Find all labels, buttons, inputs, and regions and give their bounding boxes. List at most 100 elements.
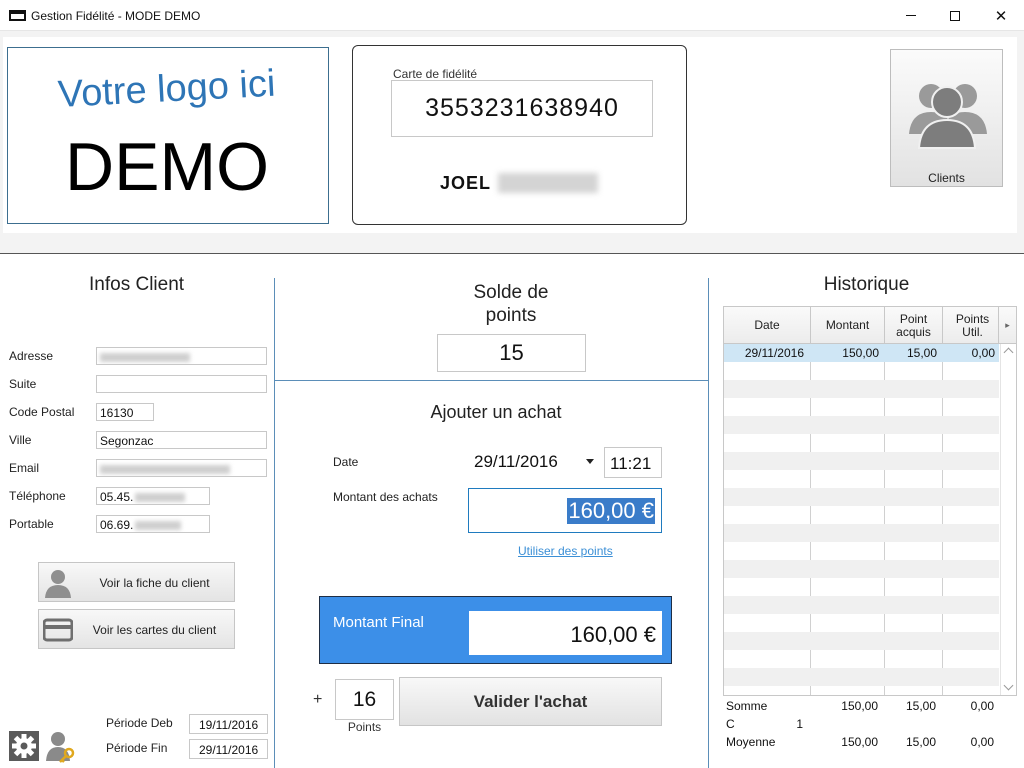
city-label: Ville: [9, 433, 32, 447]
validate-purchase-button[interactable]: Valider l'achat: [399, 677, 662, 726]
logo-text: Votre logo ici: [56, 62, 277, 116]
column-header-date[interactable]: Date: [724, 307, 811, 344]
close-button[interactable]: ✕: [978, 0, 1024, 31]
user-key-icon[interactable]: [44, 729, 78, 763]
average-amount: 150,00: [841, 735, 878, 749]
postal-code-field[interactable]: 16130: [96, 403, 154, 421]
mobile-field[interactable]: 06.69.: [96, 515, 210, 533]
sum-points-used: 0,00: [970, 699, 994, 713]
date-label: Date: [333, 455, 359, 469]
sum-amount: 150,00: [841, 699, 878, 713]
final-amount-label: Montant Final: [333, 614, 424, 631]
card-label: Carte de fidélité: [393, 67, 478, 81]
cell-date: 29/11/2016: [744, 346, 804, 360]
period-start-label: Période Deb: [106, 716, 173, 730]
history-vertical-scrollbar[interactable]: [1000, 344, 1016, 695]
final-amount-panel: Montant Final 160,00 €: [319, 596, 672, 664]
view-client-cards-button[interactable]: Voir les cartes du client: [38, 609, 235, 649]
address-field[interactable]: [96, 347, 267, 365]
time-field[interactable]: 11:21: [604, 447, 662, 478]
table-row[interactable]: 29/11/2016 150,00 15,00 0,00: [724, 344, 999, 362]
infos-client-title: Infos Client: [89, 274, 185, 295]
points-balance-title-line1: Solde de: [473, 282, 549, 303]
table-row-empty: [724, 632, 999, 650]
table-row-empty: [724, 578, 999, 596]
earned-points-label: Points: [347, 720, 382, 734]
use-points-link[interactable]: Utiliser des points: [518, 544, 613, 558]
table-row-empty: [724, 560, 999, 578]
city-field[interactable]: Segonzac: [96, 431, 267, 449]
column-header-amount[interactable]: Montant: [811, 307, 885, 344]
table-row-empty: [724, 398, 999, 416]
history-totals: Somme 150,00 15,00 0,00 C 1 Moyenne 150,…: [723, 697, 1017, 755]
window-title: Gestion Fidélité - MODE DEMO: [31, 9, 201, 23]
loyalty-card-panel: Carte de fidélité 3553231638940 JOEL: [352, 45, 687, 225]
table-row-empty: [724, 362, 999, 380]
app-icon: [9, 10, 26, 21]
redacted-text: [100, 353, 190, 363]
table-row-empty: [724, 668, 999, 686]
history-grid: Date Montant Point acquis Points Util. ▸…: [723, 306, 1017, 696]
maximize-icon: [950, 10, 960, 21]
card-holder-lastname-redacted: [498, 173, 598, 193]
view-client-cards-label: Voir les cartes du client: [92, 623, 217, 637]
table-row-empty: [724, 596, 999, 614]
redacted-text: [100, 465, 230, 475]
sum-points-earned: 15,00: [905, 699, 936, 713]
left-panel-separator: [274, 278, 275, 768]
postal-code-label: Code Postal: [9, 405, 75, 419]
mobile-label: Portable: [9, 517, 54, 531]
purchase-amount-value: 160,00 €: [567, 498, 655, 524]
redacted-text: [135, 521, 182, 531]
maximize-button[interactable]: [932, 0, 978, 31]
period-start-field[interactable]: 19/11/2016: [189, 714, 268, 734]
date-dropdown-icon[interactable]: [586, 459, 594, 464]
card-number-field[interactable]: 3553231638940: [391, 80, 653, 137]
suite-label: Suite: [9, 377, 37, 391]
view-client-sheet-button[interactable]: Voir la fiche du client: [38, 562, 235, 602]
suite-field[interactable]: [96, 375, 267, 393]
table-row-empty: [724, 614, 999, 632]
users-group-icon: [909, 84, 987, 149]
period-end-field[interactable]: 29/11/2016: [189, 739, 268, 759]
settings-gear-icon[interactable]: [9, 731, 39, 761]
table-row-empty: [724, 524, 999, 542]
redacted-text: [135, 493, 186, 503]
clients-button[interactable]: Clients: [890, 49, 1003, 187]
earned-points-value: 16: [335, 679, 394, 720]
period-end-label: Période Fin: [106, 741, 168, 755]
average-points-used: 0,00: [970, 735, 994, 749]
plus-sign: +: [313, 691, 323, 708]
phone-label: Téléphone: [9, 489, 66, 503]
credit-card-icon: [43, 618, 73, 642]
scroll-down-icon[interactable]: [1003, 680, 1014, 691]
header-divider: [0, 253, 1024, 254]
logo-area: Votre logo ici DEMO: [7, 47, 329, 224]
minimize-button[interactable]: [888, 0, 934, 31]
points-balance-value: 15: [437, 334, 586, 372]
date-picker[interactable]: 29/11/2016: [474, 452, 558, 472]
title-bar: Gestion Fidélité - MODE DEMO ✕: [0, 0, 1024, 31]
table-row-empty: [724, 380, 999, 398]
view-client-sheet-label: Voir la fiche du client: [99, 576, 210, 590]
column-header-points-used[interactable]: Points Util.: [943, 307, 999, 344]
points-balance-title: Solde de points: [435, 281, 587, 327]
table-row-empty: [724, 650, 999, 668]
table-row-empty: [724, 542, 999, 560]
table-row-empty: [724, 488, 999, 506]
phone-field[interactable]: 05.45.: [96, 487, 210, 505]
column-header-points-earned[interactable]: Point acquis: [885, 307, 943, 344]
cell-points-earned: 15,00: [906, 346, 937, 360]
count-label: C: [726, 717, 735, 731]
mobile-value: 06.69.: [100, 518, 134, 532]
purchase-amount-label: Montant des achats: [333, 490, 438, 504]
cell-points-used: 0,00: [971, 346, 995, 360]
email-field[interactable]: [96, 459, 267, 477]
address-label: Adresse: [9, 349, 54, 363]
purchase-amount-input[interactable]: 160,00 €: [468, 488, 662, 533]
scroll-up-icon[interactable]: [1003, 347, 1014, 358]
column-scroll-right-icon[interactable]: ▸: [999, 307, 1016, 344]
logo-demo-text: DEMO: [65, 129, 269, 205]
table-row-empty: [724, 452, 999, 470]
email-label: Email: [9, 461, 40, 475]
